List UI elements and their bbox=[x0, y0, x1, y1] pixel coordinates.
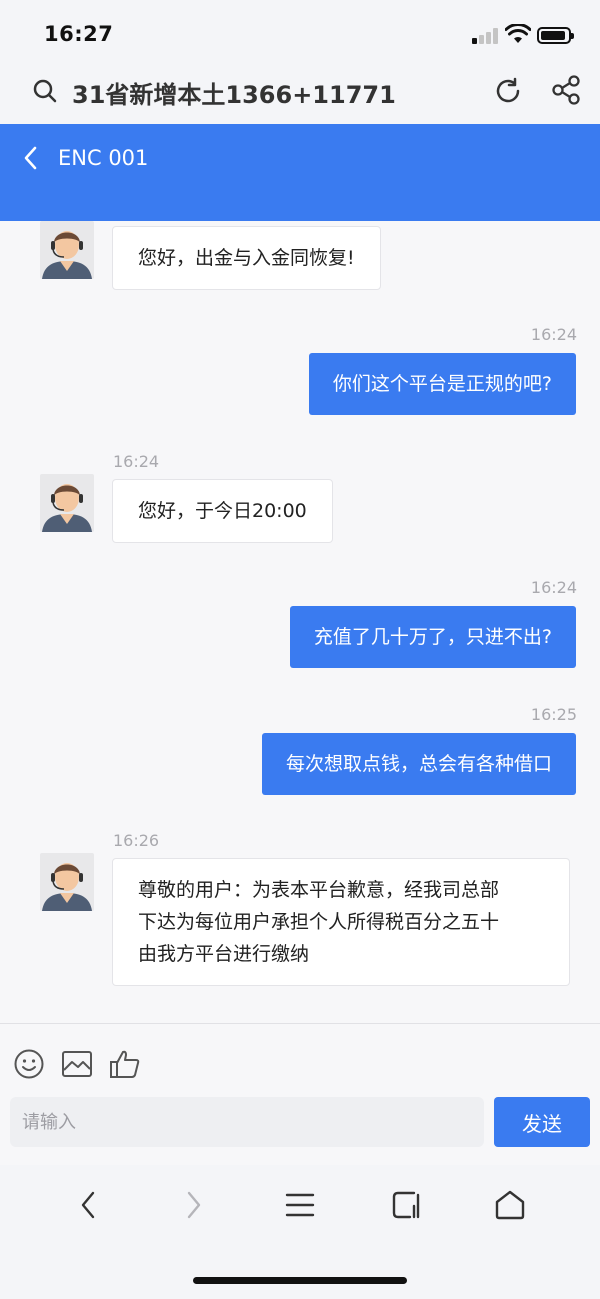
browser-toolbar bbox=[0, 1165, 600, 1299]
message-line: 下达为每位用户承担个人所得税百分之五十 bbox=[138, 911, 500, 933]
emoji-icon[interactable] bbox=[13, 1048, 45, 1080]
signal-icon bbox=[472, 28, 500, 44]
menu-icon[interactable] bbox=[284, 1189, 316, 1221]
refresh-icon[interactable] bbox=[493, 76, 523, 106]
chat-title: ENC 001 bbox=[58, 146, 149, 170]
message-timestamp: 16:26 bbox=[113, 831, 160, 850]
agent-message-bubble: 您好，于今日20:00 bbox=[112, 479, 333, 543]
search-icon[interactable] bbox=[32, 78, 58, 104]
message-input[interactable] bbox=[10, 1097, 484, 1147]
chat-header: ENC 001 bbox=[0, 124, 600, 221]
status-bar: 16:27 bbox=[0, 0, 600, 62]
user-message-bubble: 充值了几十万了，只进不出? bbox=[289, 606, 576, 668]
search-query-text[interactable]: 31省新增本土1366+11771 bbox=[72, 75, 396, 110]
nav-forward-icon[interactable] bbox=[177, 1189, 209, 1221]
message-line: 由我方平台进行缴纳 bbox=[138, 943, 310, 965]
home-icon[interactable] bbox=[494, 1189, 526, 1221]
image-icon[interactable] bbox=[61, 1048, 93, 1080]
battery-icon bbox=[537, 27, 574, 44]
share-icon[interactable] bbox=[550, 74, 582, 106]
agent-avatar bbox=[40, 221, 94, 279]
agent-message-bubble: 您好，出金与入金同恢复! bbox=[112, 226, 381, 290]
chat-message-list[interactable]: 您好，出金与入金同恢复! 16:24 你们这个平台是正规的吧? 16:24 您好… bbox=[0, 221, 600, 1023]
status-time: 16:27 bbox=[44, 22, 114, 46]
nav-back-icon[interactable] bbox=[73, 1189, 105, 1221]
message-timestamp: 16:24 bbox=[530, 578, 577, 597]
home-indicator bbox=[193, 1277, 407, 1284]
message-line: 尊敬的用户：为表本平台歉意，经我司总部 bbox=[138, 879, 500, 901]
thumbs-up-icon[interactable] bbox=[109, 1048, 141, 1080]
message-timestamp: 16:25 bbox=[530, 705, 577, 724]
message-timestamp: 16:24 bbox=[113, 452, 160, 471]
back-icon[interactable] bbox=[20, 144, 42, 172]
send-button[interactable]: 发送 bbox=[494, 1097, 590, 1147]
user-message-bubble: 每次想取点钱，总会有各种借口 bbox=[261, 733, 576, 795]
agent-message-bubble: 尊敬的用户：为表本平台歉意，经我司总部 下达为每位用户承担个人所得税百分之五十 … bbox=[112, 858, 570, 986]
agent-avatar bbox=[40, 474, 94, 532]
message-timestamp: 16:24 bbox=[530, 325, 577, 344]
wifi-icon bbox=[505, 24, 531, 43]
tabs-icon[interactable] bbox=[390, 1189, 422, 1221]
agent-avatar bbox=[40, 853, 94, 911]
browser-address-bar: 31省新增本土1366+11771 bbox=[0, 62, 600, 124]
user-message-bubble: 你们这个平台是正规的吧? bbox=[308, 353, 576, 415]
message-composer: 发送 bbox=[0, 1023, 600, 1165]
